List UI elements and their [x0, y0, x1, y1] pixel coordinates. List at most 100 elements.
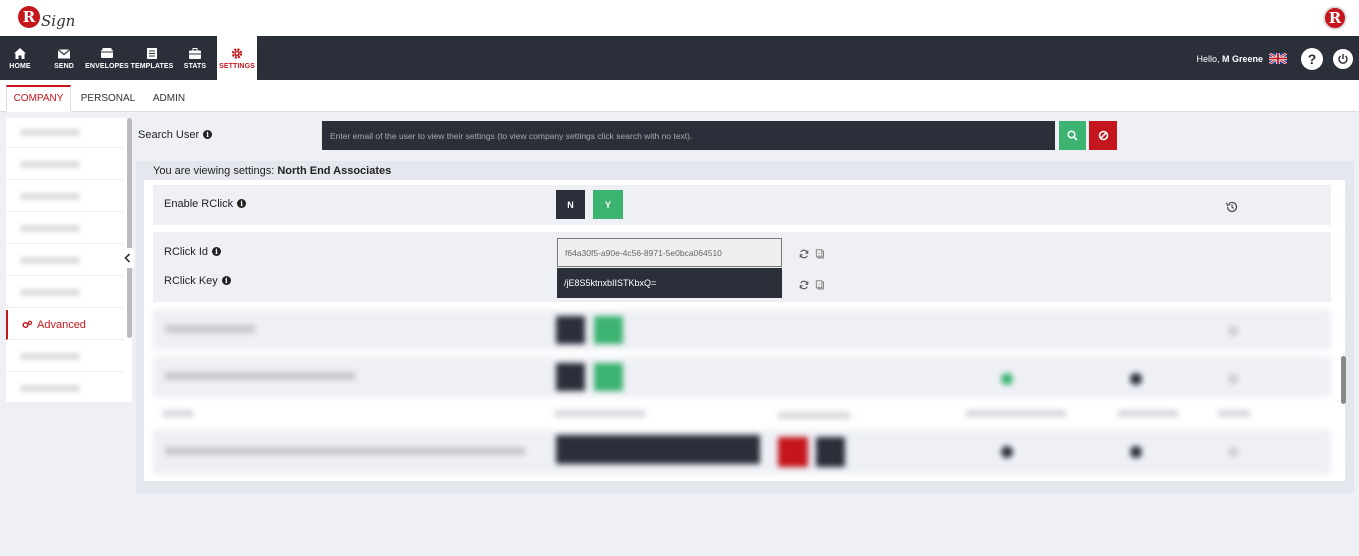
user-name: M Greene — [1221, 54, 1263, 64]
gears-icon — [22, 320, 33, 329]
viewing-company: North End Associates — [277, 165, 392, 177]
collapse-sidebar-button[interactable] — [120, 248, 134, 268]
blurred-header — [555, 410, 645, 417]
sidebar-scrollbar[interactable] — [127, 118, 132, 338]
sidebar-item[interactable] — [6, 182, 124, 212]
blurred-label — [20, 257, 80, 264]
sidebar-item-advanced[interactable]: Advanced — [6, 310, 124, 340]
viewing-settings-text: You are viewing settings: North End Asso… — [153, 165, 391, 177]
refresh-icon[interactable] — [799, 280, 809, 290]
templates-icon — [147, 47, 157, 59]
blurred-button — [594, 316, 623, 344]
tab-personal[interactable]: PERSONAL — [76, 85, 140, 112]
rclick-key-field[interactable]: /jE8S5ktnxbIISTKbxQ= — [557, 268, 782, 298]
sidebar-item[interactable] — [6, 342, 124, 372]
blurred-dot — [1130, 446, 1142, 458]
rclick-key-label: RClick Key i — [164, 275, 231, 287]
rclick-no-button[interactable]: N — [556, 190, 585, 219]
sidebar-item[interactable] — [6, 374, 124, 404]
enable-rclick-text: Enable RClick — [164, 198, 234, 210]
info-icon[interactable]: i — [212, 247, 222, 256]
blurred-label — [20, 289, 80, 296]
blurred-header — [966, 410, 1066, 417]
rclick-yes-button[interactable]: Y — [593, 190, 623, 219]
blurred-header — [1118, 410, 1178, 417]
copy-icon[interactable] — [815, 280, 825, 290]
nav-send[interactable]: SEND — [50, 36, 78, 80]
content-scrollbar[interactable] — [1341, 356, 1346, 404]
ban-icon — [1098, 130, 1108, 141]
blurred-icon — [1228, 447, 1238, 457]
nav-stats-label: STATS — [183, 62, 207, 70]
sidebar-item[interactable] — [6, 278, 124, 308]
info-icon[interactable]: i — [237, 199, 247, 208]
uk-flag-icon[interactable] — [1269, 53, 1287, 64]
blurred-label — [20, 225, 80, 232]
nav-home[interactable]: HOME — [8, 36, 32, 80]
top-header: R Sign R — [0, 0, 1359, 36]
settings-tabs: COMPANY PERSONAL ADMIN — [0, 80, 1359, 112]
nav-send-label: SEND — [54, 62, 74, 70]
logout-button[interactable] — [1333, 49, 1353, 69]
rsign-logo[interactable]: R Sign — [18, 4, 75, 30]
tab-company[interactable]: COMPANY — [6, 85, 71, 112]
blurred-label — [165, 447, 525, 455]
blurred-button — [816, 437, 845, 467]
clear-search-button[interactable] — [1089, 121, 1117, 150]
logo-script: Sign — [41, 12, 76, 30]
blurred-dot — [1130, 373, 1142, 385]
envelope-icon — [57, 48, 71, 58]
blurred-dot — [1001, 446, 1013, 458]
main-navbar: HOME SEND ENVELOPES TEMPLATES STATS SETT… — [0, 36, 1359, 80]
search-user-text: Search User — [138, 129, 200, 141]
sidebar-item[interactable] — [6, 214, 124, 244]
blurred-label — [20, 193, 80, 200]
rclick-id-text: RClick Id — [164, 246, 209, 258]
sidebar-item-label: Advanced — [37, 318, 86, 331]
blurred-dot — [1001, 373, 1013, 385]
nav-home-label: HOME — [9, 62, 31, 70]
info-icon[interactable]: i — [221, 276, 231, 285]
envelopes-icon — [101, 47, 113, 58]
search-button[interactable] — [1059, 121, 1086, 150]
blurred-icon — [1228, 326, 1238, 336]
tab-admin[interactable]: ADMIN — [144, 85, 194, 112]
setting-row-enable-rclick — [153, 185, 1331, 225]
blurred-header — [1218, 410, 1250, 417]
info-icon[interactable]: i — [203, 130, 213, 139]
copy-icon[interactable] — [815, 249, 825, 259]
settings-sidebar: Advanced — [6, 118, 132, 404]
nav-envelopes[interactable]: ENVELOPES — [85, 36, 129, 80]
user-greeting: Hello, M Greene — [1196, 54, 1263, 64]
blurred-button — [778, 437, 808, 467]
blurred-label — [20, 353, 80, 360]
history-icon[interactable] — [1225, 200, 1239, 214]
nav-templates[interactable]: TEMPLATES — [130, 36, 174, 80]
sidebar-item[interactable] — [6, 246, 124, 276]
blurred-select — [556, 435, 760, 464]
enable-rclick-label: Enable RClick i — [164, 198, 247, 210]
search-icon — [1067, 130, 1078, 141]
sidebar-item[interactable] — [6, 118, 124, 148]
blurred-label — [20, 385, 80, 392]
nav-templates-label: TEMPLATES — [130, 62, 174, 70]
rclick-id-field[interactable]: f64a30f5-a90e-4c56-8971-5e0bca064510 — [557, 238, 782, 267]
blurred-button — [556, 363, 585, 391]
blurred-header — [778, 412, 850, 419]
power-icon — [1338, 54, 1348, 64]
nav-settings[interactable]: SETTINGS — [217, 36, 257, 80]
gear-icon — [231, 47, 243, 59]
setting-row — [153, 310, 1331, 350]
nav-stats[interactable]: STATS — [182, 36, 208, 80]
rclick-id-label: RClick Id i — [164, 246, 222, 258]
company-logo: R — [1323, 6, 1347, 30]
blurred-icon — [1228, 374, 1238, 384]
refresh-icon[interactable] — [799, 249, 809, 259]
blurred-header — [163, 410, 193, 417]
blurred-label — [20, 129, 80, 136]
search-user-input[interactable] — [322, 121, 1055, 150]
help-button[interactable]: ? — [1301, 48, 1323, 70]
search-user-label: Search User i — [138, 129, 213, 141]
rclick-key-text: RClick Key — [164, 275, 218, 287]
sidebar-item[interactable] — [6, 150, 124, 180]
